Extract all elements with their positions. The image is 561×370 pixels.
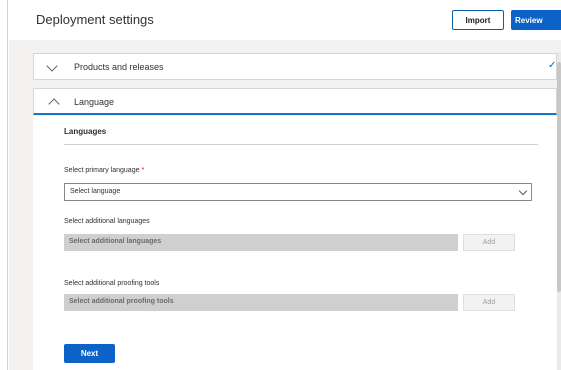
- add-language-button[interactable]: Add: [463, 234, 515, 251]
- import-button[interactable]: Import: [452, 10, 504, 30]
- accordion-products-label: Products and releases: [74, 62, 164, 72]
- chevron-up-icon: [48, 98, 60, 110]
- section-title: Languages: [64, 127, 107, 136]
- proofing-tools-input[interactable]: Select additional proofing tools: [64, 294, 458, 311]
- primary-language-label: Select primary language *: [64, 167, 145, 174]
- accordion-language[interactable]: Language: [33, 88, 557, 115]
- required-marker: *: [141, 167, 145, 174]
- scrollbar-thumb[interactable]: [557, 62, 561, 292]
- additional-languages-label: Select additional languages: [64, 218, 150, 225]
- additional-languages-placeholder: Select additional languages: [69, 238, 162, 245]
- review-button[interactable]: Review: [511, 10, 561, 30]
- section-divider: [64, 144, 538, 145]
- chevron-down-icon: [518, 186, 528, 196]
- chevron-down-icon: [46, 60, 58, 72]
- primary-language-dropdown[interactable]: Select language: [64, 183, 532, 201]
- left-divider: [7, 0, 8, 370]
- proofing-tools-label: Select additional proofing tools: [64, 280, 160, 287]
- proofing-tools-placeholder: Select additional proofing tools: [69, 298, 174, 305]
- next-button[interactable]: Next: [64, 344, 115, 363]
- additional-languages-input[interactable]: Select additional languages: [64, 234, 458, 251]
- page-title: Deployment settings: [36, 12, 154, 27]
- accordion-products-and-releases[interactable]: Products and releases ✓: [33, 53, 557, 80]
- add-proofing-tool-button[interactable]: Add: [463, 294, 515, 311]
- accordion-language-label: Language: [74, 97, 115, 107]
- primary-language-placeholder: Select language: [70, 188, 121, 195]
- checkmark-icon: ✓: [548, 60, 557, 71]
